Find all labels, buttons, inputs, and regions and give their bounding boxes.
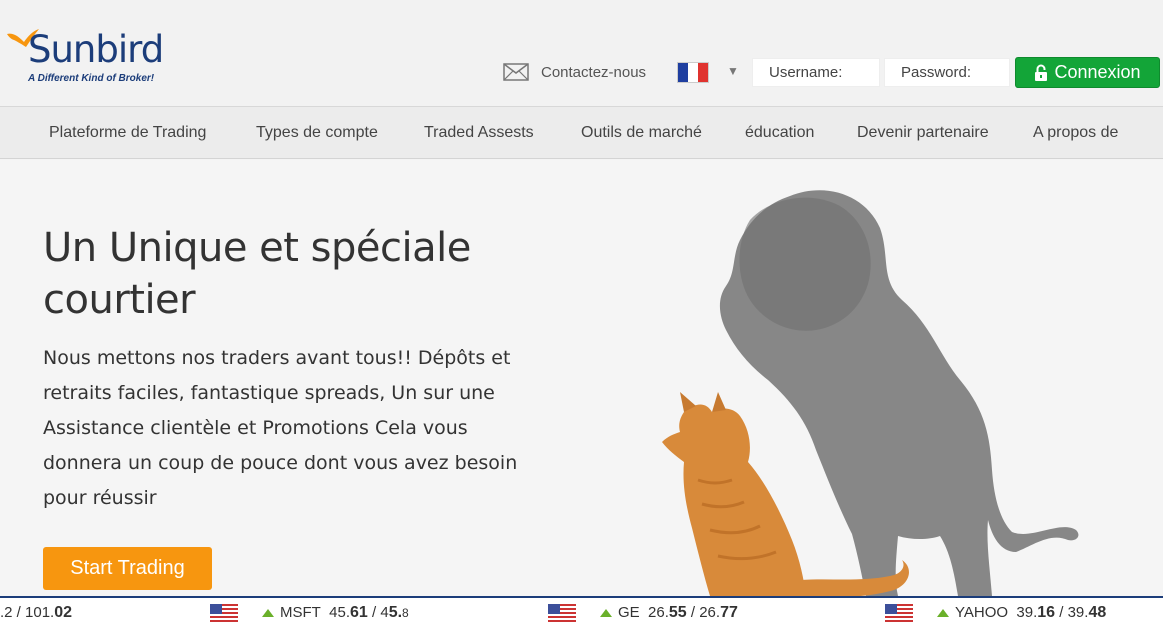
ticker-bid-big: 16 xyxy=(1037,603,1056,621)
ticker-bid: .2 xyxy=(0,604,13,621)
ticker-bid: 26. xyxy=(648,604,669,621)
logo-tagline: A Different Kind of Broker! xyxy=(28,73,155,84)
password-field[interactable]: Password: xyxy=(884,58,1010,87)
ticker-bid: 45. xyxy=(329,604,351,621)
mail-icon xyxy=(503,63,529,81)
main-nav: Plateforme de Trading Types de compte Tr… xyxy=(0,107,1163,159)
ticker-ask-big: 5. xyxy=(388,603,403,621)
hero-text: Nous mettons nos traders avant tous!! Dé… xyxy=(43,347,518,509)
hero-title: Un Unique et spéciale courtier xyxy=(43,225,471,323)
ticker-symbol: MSFT xyxy=(280,604,321,621)
login-label: Connexion xyxy=(1054,62,1141,82)
ticker-item[interactable]: YAHOO 39. 16 / 39. 48 xyxy=(885,598,1106,627)
ticker-ask-big: 77 xyxy=(720,603,738,621)
password-placeholder: Password: xyxy=(901,64,972,81)
nav-item-account-types[interactable]: Types de compte xyxy=(256,107,378,159)
up-arrow-icon xyxy=(937,608,949,617)
ticker-ask: 101. xyxy=(25,604,55,621)
ticker-symbol: GE xyxy=(618,604,640,621)
start-trading-button[interactable]: Start Trading xyxy=(43,547,212,590)
up-arrow-icon xyxy=(262,608,274,617)
ticker-item[interactable]: GE 26. 55 / 26. 77 xyxy=(548,598,738,627)
us-flag-icon xyxy=(548,603,576,622)
ticker-ask-big: 48 xyxy=(1088,603,1107,621)
username-field[interactable]: Username: xyxy=(752,58,880,87)
cat-body xyxy=(662,404,806,596)
ticker-bid-big: 55 xyxy=(668,603,687,621)
logo[interactable]: Sunbird A Different Kind of Broker! xyxy=(6,28,206,88)
nav-item-market-tools[interactable]: Outils de marché xyxy=(581,107,702,159)
contact-label: Contactez-nous xyxy=(541,63,647,81)
ticker-item[interactable]: MSFT 45. 61 / 4 5. 8 xyxy=(210,598,409,627)
nav-item-traded-assets[interactable]: Traded Assests xyxy=(424,107,534,159)
hero-banner: Un Unique et spéciale courtier Nous mett… xyxy=(0,160,1163,596)
ticker-ask: 26. xyxy=(699,604,721,621)
us-flag-icon xyxy=(210,603,238,622)
ticker-symbol: YAHOO xyxy=(955,604,1009,621)
ticker-bid: 39. xyxy=(1016,604,1038,621)
lock-icon xyxy=(1035,64,1048,81)
lion-mane-shadow xyxy=(739,197,871,331)
language-flag-fr[interactable] xyxy=(677,62,709,83)
login-button[interactable]: Connexion xyxy=(1015,57,1160,88)
price-ticker: .2 / 101. 02 MSFT 45. 61 / 4 5. 8 GE 26. 55 /… xyxy=(0,596,1163,627)
top-bar: Sunbird A Different Kind of Broker! Cont… xyxy=(0,0,1163,107)
flag-stripe-blue xyxy=(678,63,688,82)
chevron-down-icon[interactable]: ▼ xyxy=(727,64,739,78)
nav-item-platform[interactable]: Plateforme de Trading xyxy=(49,107,206,159)
contact-link[interactable]: Contactez-nous xyxy=(503,60,646,84)
ticker-ask-small: 8 xyxy=(402,605,409,620)
logo-name: Sunbird xyxy=(28,28,164,71)
flag-stripe-white xyxy=(688,63,698,82)
ticker-ask: 39. xyxy=(1067,604,1089,621)
nav-item-about[interactable]: A propos de xyxy=(1033,107,1118,159)
cat-lion-shadow-image xyxy=(662,190,1079,596)
us-flag-icon xyxy=(885,603,913,622)
ticker-item[interactable]: .2 / 101. 02 xyxy=(0,598,72,627)
ticker-ask-big: 02 xyxy=(54,603,73,621)
nav-item-partner[interactable]: Devenir partenaire xyxy=(857,107,989,159)
ticker-bid-big: 61 xyxy=(350,603,368,621)
username-placeholder: Username: xyxy=(769,64,843,81)
nav-item-education[interactable]: éducation xyxy=(745,107,814,159)
flag-stripe-red xyxy=(698,63,708,82)
up-arrow-icon xyxy=(600,608,612,617)
ticker-ask: 4 xyxy=(380,604,389,621)
